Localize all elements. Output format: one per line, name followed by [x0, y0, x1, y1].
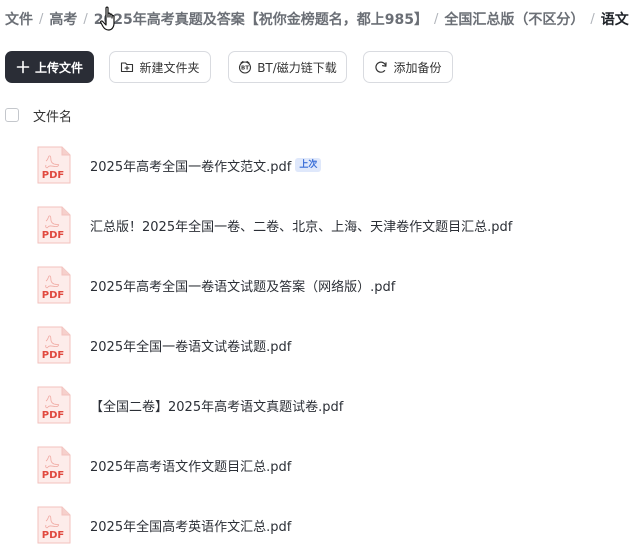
refresh-icon: [375, 61, 388, 73]
svg-text:PDF: PDF: [42, 530, 64, 541]
pdf-icon: PDF: [37, 206, 71, 244]
file-name[interactable]: 2025年高考语文作文题目汇总.pdf: [90, 456, 291, 475]
column-header-filename[interactable]: 文件名: [33, 106, 72, 125]
pdf-icon: PDF: [37, 266, 71, 304]
breadcrumb: 文件 / 高考 / 2025年高考真题及答案【祝你金榜题名，都上985】 / 全…: [5, 8, 629, 30]
file-row[interactable]: PDF 2025年高考语文作文题目汇总.pdf: [0, 435, 634, 495]
toolbar: 上传文件 新建文件夹 BT BT/磁力链下载 添加备份: [5, 51, 453, 83]
svg-text:PDF: PDF: [42, 290, 64, 301]
svg-text:PDF: PDF: [42, 410, 64, 421]
new-folder-label: 新建文件夹: [139, 60, 200, 75]
plus-icon: [16, 60, 30, 74]
pdf-icon: PDF: [37, 326, 71, 364]
svg-text:PDF: PDF: [42, 350, 64, 361]
last-opened-badge: 上次: [295, 158, 322, 172]
file-list-header: 文件名: [5, 105, 72, 125]
breadcrumb-item-national-summary[interactable]: 全国汇总版（不区分）: [444, 9, 584, 29]
svg-text:BT: BT: [241, 66, 249, 72]
add-backup-button[interactable]: 添加备份: [363, 51, 453, 83]
select-all-checkbox[interactable]: [5, 108, 19, 122]
svg-text:PDF: PDF: [42, 170, 64, 181]
breadcrumb-separator: /: [39, 11, 44, 27]
new-folder-icon: [121, 62, 134, 73]
file-name[interactable]: 【全国二卷】2025年高考语文真题试卷.pdf: [90, 396, 343, 415]
file-row[interactable]: PDF 【全国二卷】2025年高考语文真题试卷.pdf: [0, 375, 634, 435]
breadcrumb-separator: /: [590, 11, 595, 27]
breadcrumb-separator: /: [433, 11, 439, 27]
breadcrumb-separator: /: [83, 11, 88, 27]
upload-file-label: 上传文件: [34, 60, 83, 75]
file-name[interactable]: 2025年高考全国一卷作文范文.pdf 上次: [90, 156, 322, 175]
breadcrumb-item-gaokao[interactable]: 高考: [49, 9, 77, 29]
new-folder-button[interactable]: 新建文件夹: [109, 51, 211, 83]
add-backup-label: 添加备份: [393, 60, 442, 75]
breadcrumb-item-current-chinese: 语文: [600, 12, 629, 28]
bt-magnet-download-button[interactable]: BT BT/磁力链下载: [228, 51, 347, 83]
file-row[interactable]: PDF 2025年全国一卷语文试卷试题.pdf: [0, 315, 634, 375]
file-list: PDF 2025年高考全国一卷作文范文.pdf 上次 PDF 汇总版！2025年…: [0, 135, 634, 555]
pdf-icon: PDF: [37, 446, 71, 484]
upload-file-button[interactable]: 上传文件: [5, 51, 94, 83]
breadcrumb-item-files[interactable]: 文件: [5, 9, 33, 29]
bt-magnet-download-label: BT/磁力链下载: [257, 60, 337, 75]
svg-text:PDF: PDF: [42, 230, 64, 241]
pdf-icon: PDF: [37, 146, 71, 184]
file-row[interactable]: PDF 2025年全国高考英语作文汇总.pdf: [0, 495, 634, 555]
file-name[interactable]: 2025年全国一卷语文试卷试题.pdf: [90, 336, 291, 355]
file-name[interactable]: 2025年高考全国一卷语文试题及答案（网络版）.pdf: [90, 276, 395, 295]
file-name[interactable]: 汇总版！2025年全国一卷、二卷、北京、上海、天津卷作文题目汇总.pdf: [90, 216, 512, 235]
pdf-icon: PDF: [37, 386, 71, 424]
file-row[interactable]: PDF 2025年高考全国一卷作文范文.pdf 上次: [0, 135, 634, 195]
file-row[interactable]: PDF 2025年高考全国一卷语文试题及答案（网络版）.pdf: [0, 255, 634, 315]
hand-cursor-icon: [100, 6, 115, 31]
pdf-icon: PDF: [37, 506, 71, 544]
svg-text:PDF: PDF: [42, 470, 64, 481]
bt-icon: BT: [239, 60, 252, 74]
file-name[interactable]: 2025年全国高考英语作文汇总.pdf: [90, 516, 291, 535]
breadcrumb-item-2025-exams[interactable]: 2025年高考真题及答案【祝你金榜题名，都上985】: [94, 9, 428, 29]
file-row[interactable]: PDF 汇总版！2025年全国一卷、二卷、北京、上海、天津卷作文题目汇总.pdf: [0, 195, 634, 255]
